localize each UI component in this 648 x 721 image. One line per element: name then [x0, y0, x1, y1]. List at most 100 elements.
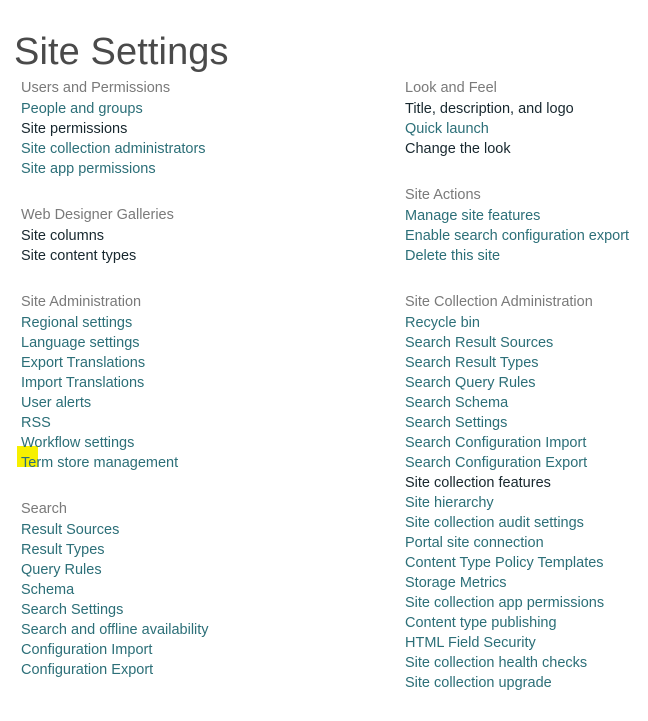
settings-link-change-the-look[interactable]: Change the look [405, 141, 511, 157]
list-item: Search Settings [405, 413, 648, 433]
settings-link-recycle-bin[interactable]: Recycle bin [405, 315, 480, 331]
settings-link-quick-launch[interactable]: Quick launch [405, 121, 489, 137]
settings-link-export-translations[interactable]: Export Translations [21, 355, 145, 371]
list-item: Storage Metrics [405, 573, 648, 593]
settings-link-search-schema[interactable]: Search Schema [405, 395, 508, 411]
settings-link-enable-search-configuration-export[interactable]: Enable search configuration export [405, 228, 629, 244]
list-item: Term store management [21, 453, 391, 473]
list-item: Schema [21, 580, 391, 600]
settings-link-site-app-permissions[interactable]: Site app permissions [21, 161, 156, 177]
list-item: Manage site features [405, 206, 648, 226]
settings-link-workflow-settings[interactable]: Workflow settings [21, 435, 134, 451]
settings-link-search-result-types[interactable]: Search Result Types [405, 355, 539, 371]
list-item: Language settings [21, 333, 391, 353]
list-item: Enable search configuration export [405, 226, 648, 246]
list-item: HTML Field Security [405, 633, 648, 653]
section-search: Search Result Sources Result Types Query Ru… [21, 499, 391, 680]
settings-link-site-collection-upgrade[interactable]: Site collection upgrade [405, 675, 552, 691]
list-item: Export Translations [21, 353, 391, 373]
settings-link-storage-metrics[interactable]: Storage Metrics [405, 575, 507, 591]
settings-link-people-and-groups[interactable]: People and groups [21, 101, 143, 117]
settings-link-html-field-security[interactable]: HTML Field Security [405, 635, 536, 651]
settings-link-site-collection-features[interactable]: Site collection features [405, 475, 551, 491]
settings-link-configuration-export[interactable]: Configuration Export [21, 662, 153, 678]
list-item: Content Type Policy Templates [405, 553, 648, 573]
section-heading: Site Administration [21, 294, 142, 310]
section-heading: Look and Feel [405, 80, 497, 96]
list-item: Regional settings [21, 313, 391, 333]
settings-link-title-description-and-logo[interactable]: Title, description, and logo [405, 101, 574, 117]
settings-link-site-permissions[interactable]: Site permissions [21, 121, 127, 137]
list-item: Change the look [405, 139, 648, 159]
list-item: Site collection app permissions [405, 593, 648, 613]
list-item: Search Result Types [405, 353, 648, 373]
settings-link-list: Site columns Site content types [21, 226, 391, 266]
settings-link-list: Manage site features Enable search config… [405, 206, 648, 266]
list-item: Import Translations [21, 373, 391, 393]
settings-link-search-settings[interactable]: Search Settings [405, 415, 507, 431]
settings-link-rss[interactable]: RSS [21, 415, 51, 431]
settings-link-site-collection-audit-settings[interactable]: Site collection audit settings [405, 515, 584, 531]
settings-link-content-type-publishing[interactable]: Content type publishing [405, 615, 557, 631]
settings-link-portal-site-connection[interactable]: Portal site connection [405, 535, 544, 551]
list-item: Configuration Import [21, 640, 391, 660]
list-item: Recycle bin [405, 313, 648, 333]
settings-link-list: Title, description, and logo Quick launch… [405, 99, 648, 159]
list-item: Title, description, and logo [405, 99, 648, 119]
list-item: Site collection upgrade [405, 673, 648, 693]
list-item: RSS [21, 413, 391, 433]
list-item: Workflow settings [21, 433, 391, 453]
settings-link-language-settings[interactable]: Language settings [21, 335, 140, 351]
list-item: Search Configuration Export [405, 453, 648, 473]
list-item: User alerts [21, 393, 391, 413]
list-item: Content type publishing [405, 613, 648, 633]
section-site-actions: Site Actions Manage site features Enable s… [405, 185, 648, 266]
settings-link-result-types[interactable]: Result Types [21, 542, 105, 558]
settings-link-schema[interactable]: Schema [21, 582, 74, 598]
settings-link-site-collection-health-checks[interactable]: Site collection health checks [405, 655, 587, 671]
settings-link-site-collection-app-permissions[interactable]: Site collection app permissions [405, 595, 604, 611]
section-heading: Site Collection Administration [405, 294, 593, 310]
settings-link-user-alerts[interactable]: User alerts [21, 395, 91, 411]
list-item: Site collection health checks [405, 653, 648, 673]
settings-link-search-configuration-import[interactable]: Search Configuration Import [405, 435, 586, 451]
settings-link-site-content-types[interactable]: Site content types [21, 248, 136, 264]
list-item: Result Sources [21, 520, 391, 540]
settings-link-configuration-import[interactable]: Configuration Import [21, 642, 152, 658]
list-item: Search Result Sources [405, 333, 648, 353]
list-item: Search and offline availability [21, 620, 391, 640]
section-site-collection-administration: Site Collection Administration Recycle bi… [405, 292, 648, 693]
settings-link-import-translations[interactable]: Import Translations [21, 375, 144, 391]
settings-link-regional-settings[interactable]: Regional settings [21, 315, 132, 331]
settings-link-list: Result Sources Result Types Query Rules Sch… [21, 520, 391, 680]
list-item: Search Settings [21, 600, 391, 620]
list-item: Portal site connection [405, 533, 648, 553]
settings-link-search-settings[interactable]: Search Settings [21, 602, 123, 618]
list-item: Search Query Rules [405, 373, 648, 393]
list-item: Result Types [21, 540, 391, 560]
settings-link-content-type-policy-templates[interactable]: Content Type Policy Templates [405, 555, 604, 571]
settings-link-site-columns[interactable]: Site columns [21, 228, 104, 244]
settings-link-manage-site-features[interactable]: Manage site features [405, 208, 540, 224]
settings-link-delete-this-site[interactable]: Delete this site [405, 248, 500, 264]
settings-link-term-store-management[interactable]: Term store management [21, 455, 178, 471]
settings-link-result-sources[interactable]: Result Sources [21, 522, 119, 538]
list-item: People and groups [21, 99, 391, 119]
right-settings-column: Look and Feel Title, description, and log… [405, 78, 648, 693]
settings-link-query-rules[interactable]: Query Rules [21, 562, 102, 578]
settings-link-search-result-sources[interactable]: Search Result Sources [405, 335, 553, 351]
left-settings-column: Users and Permissions People and groups Si… [21, 78, 391, 680]
settings-link-site-hierarchy[interactable]: Site hierarchy [405, 495, 494, 511]
settings-link-site-collection-administrators[interactable]: Site collection administrators [21, 141, 206, 157]
list-item: Delete this site [405, 246, 648, 266]
section-users-and-permissions: Users and Permissions People and groups Si… [21, 78, 391, 179]
settings-link-search-query-rules[interactable]: Search Query Rules [405, 375, 536, 391]
settings-link-search-configuration-export[interactable]: Search Configuration Export [405, 455, 587, 471]
settings-link-search-and-offline-availability[interactable]: Search and offline availability [21, 622, 209, 638]
list-item: Query Rules [21, 560, 391, 580]
section-heading: Site Actions [405, 187, 481, 203]
list-item: Site permissions [21, 119, 391, 139]
list-item: Site content types [21, 246, 391, 266]
list-item: Search Configuration Import [405, 433, 648, 453]
section-site-administration: Site Administration Regional settings Lang… [21, 292, 391, 473]
